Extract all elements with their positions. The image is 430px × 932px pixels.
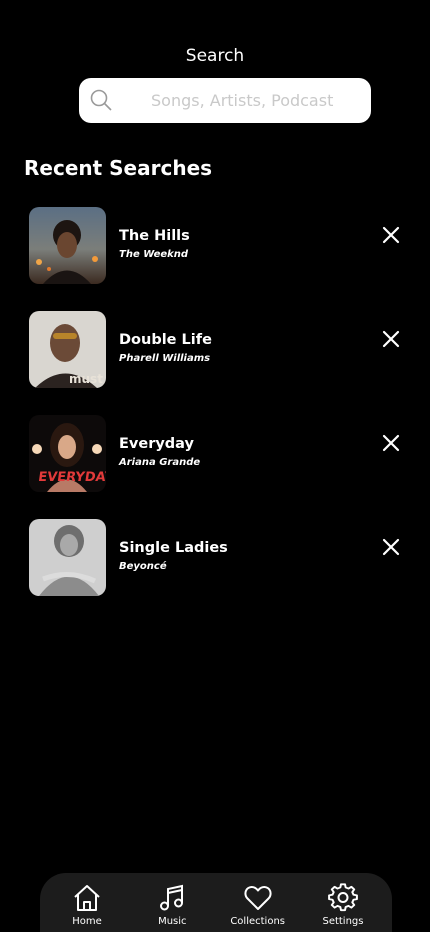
song-title: Everyday (119, 436, 194, 452)
search-icon (89, 88, 113, 112)
nav-label: Collections (230, 916, 285, 927)
album-art: EVERYDAY (29, 415, 106, 492)
search-screen: Search Recent Searches (0, 0, 430, 932)
recent-searches-heading: Recent Searches (24, 156, 213, 180)
bottom-nav: Home Music Collections Settings (40, 873, 392, 932)
nav-item-collections[interactable]: Collections (223, 873, 293, 932)
artist-name: The Weeknd (119, 249, 189, 260)
list-item[interactable]: EVERYDAY Everyday Ariana Grande (0, 415, 430, 519)
nav-item-home[interactable]: Home (52, 873, 122, 932)
svg-text:EVERYDAY: EVERYDAY (37, 470, 106, 485)
song-title: Double Life (119, 332, 212, 348)
close-icon (382, 538, 400, 556)
home-icon (74, 885, 100, 911)
album-art (29, 519, 106, 596)
song-title: Single Ladies (119, 540, 228, 556)
nav-label: Settings (322, 916, 364, 927)
list-item[interactable]: must Double Life Pharell Williams (0, 311, 430, 415)
page-title: Search (185, 46, 245, 66)
list-item[interactable]: The Hills The Weeknd (0, 207, 430, 311)
list-item[interactable]: Single Ladies Beyoncé (0, 519, 430, 623)
song-title: The Hills (119, 228, 190, 244)
nav-label: Music (158, 916, 187, 927)
nav-item-settings[interactable]: Settings (308, 873, 378, 932)
svg-text:must: must (69, 372, 103, 386)
remove-button[interactable] (382, 226, 400, 244)
gear-icon (328, 883, 358, 912)
nav-item-music[interactable]: Music (137, 873, 207, 932)
search-bar[interactable] (79, 78, 371, 123)
artist-name: Pharell Williams (119, 353, 211, 364)
remove-button[interactable] (382, 330, 400, 348)
artist-name: Beyoncé (119, 561, 167, 572)
close-icon (382, 330, 400, 348)
close-icon (382, 434, 400, 452)
heart-icon (244, 886, 272, 910)
remove-button[interactable] (382, 538, 400, 556)
album-art (29, 207, 106, 284)
close-icon (382, 226, 400, 244)
music-note-icon (160, 884, 184, 911)
artist-name: Ariana Grande (119, 457, 201, 468)
search-input[interactable] (79, 78, 371, 123)
recent-searches-list: The Hills The Weeknd must Double Life Ph… (0, 207, 430, 623)
remove-button[interactable] (382, 434, 400, 452)
nav-label: Home (72, 916, 102, 927)
album-art: must (29, 311, 106, 388)
